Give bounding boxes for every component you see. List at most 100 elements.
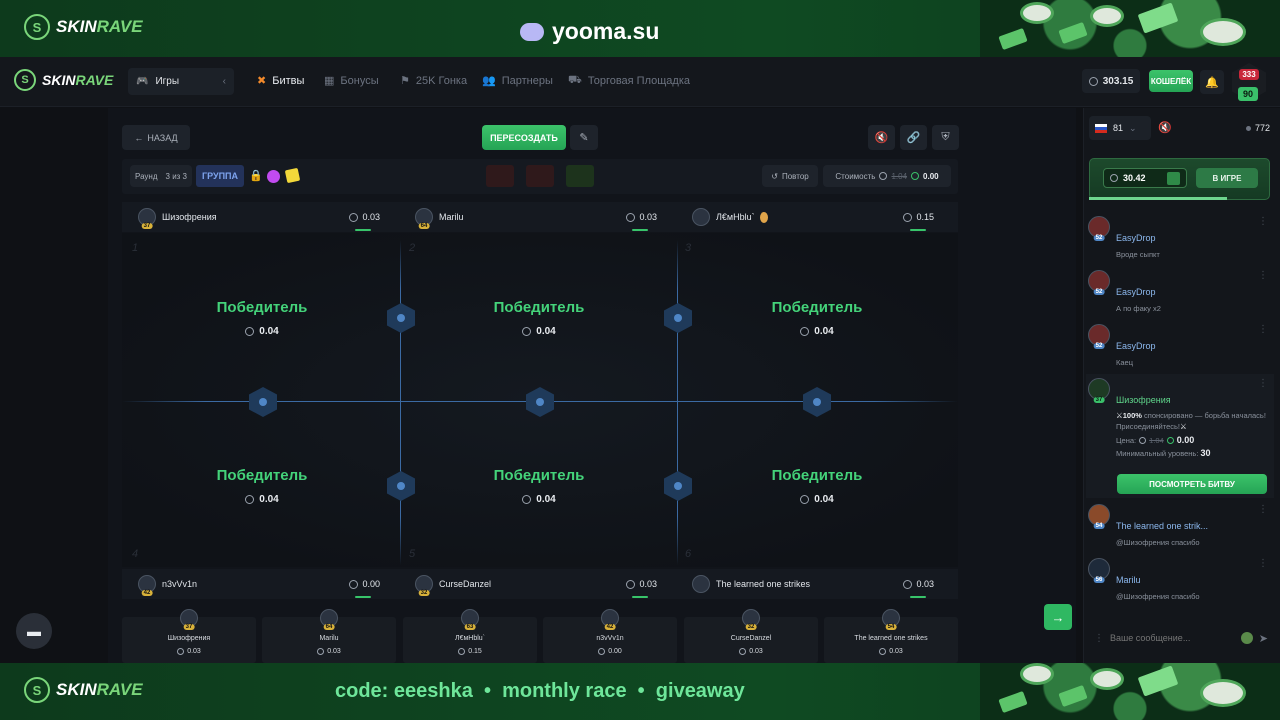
nav-logo[interactable]: S SKIN RAVE bbox=[14, 69, 113, 91]
chat-message: 54 The learned one strik... @Шизофрения с… bbox=[1088, 504, 1268, 547]
coins-decoration bbox=[980, 663, 1280, 720]
wallet-button[interactable]: КОШЕЛЁК bbox=[1149, 70, 1193, 92]
coin-icon bbox=[522, 327, 532, 336]
avatar bbox=[692, 208, 710, 226]
send-icon[interactable]: ➤ bbox=[1259, 632, 1268, 645]
coin-icon bbox=[522, 495, 532, 504]
avatar: 63 bbox=[461, 609, 479, 630]
summary-card[interactable]: 54 The learned one strikes 0.03 bbox=[824, 609, 958, 663]
more-icon[interactable]: ⋮ bbox=[1258, 504, 1268, 515]
gamepad-icon: 🎮 bbox=[136, 76, 149, 87]
summary-card[interactable]: 63 Л€мНblu` 0.15 bbox=[403, 609, 537, 663]
coin-icon bbox=[626, 212, 636, 222]
coin-icon bbox=[626, 579, 636, 589]
nav-marketplace[interactable]: ⛟ Торговая Площадка bbox=[568, 74, 690, 88]
player-slot[interactable]: The learned one strikes 0.03 bbox=[692, 569, 934, 599]
flag-ru-icon bbox=[1095, 123, 1107, 133]
top-banner: S SKIN RAVE yooma.su bbox=[0, 0, 1280, 57]
chat-message: 52 EasyDrop Каец ⋮ bbox=[1088, 324, 1268, 367]
more-icon[interactable]: ⋮ bbox=[1258, 378, 1268, 389]
player-slot[interactable]: Л€мНblu` 0.15 bbox=[692, 202, 934, 232]
nav-bonuses[interactable]: ▦ Бонусы bbox=[324, 74, 379, 88]
bell-icon[interactable]: 🔔 bbox=[1200, 70, 1224, 94]
summary-card[interactable]: 37 Шизофрения 0.03 bbox=[122, 609, 256, 663]
chat-username[interactable]: EasyDrop bbox=[1116, 287, 1268, 297]
pie-icon bbox=[267, 170, 280, 183]
chat-username[interactable]: The learned one strik... bbox=[1116, 521, 1268, 531]
chat-username[interactable]: EasyDrop bbox=[1116, 341, 1268, 351]
cell-number: 6 bbox=[685, 548, 692, 560]
balance: 303.15 bbox=[1082, 69, 1140, 93]
mute-icon[interactable]: 🔇 bbox=[1158, 121, 1172, 134]
summary-card[interactable]: 32 CurseDanzel 0.03 bbox=[684, 609, 818, 663]
summary-card[interactable]: 42 n3vVv1n 0.00 bbox=[543, 609, 677, 663]
chat-bubble-icon[interactable]: ▬ bbox=[16, 613, 52, 649]
cell-result: Победитель 0.04 bbox=[493, 299, 585, 337]
progress-bar bbox=[632, 596, 648, 598]
egg-icon bbox=[759, 211, 768, 223]
view-battle-button[interactable]: ПОСМОТРЕТЬ БИТВУ bbox=[1117, 474, 1267, 494]
emoji-icon[interactable] bbox=[1240, 632, 1253, 644]
navbar: S SKIN RAVE 🎮 Игры ‹ ✖ Битвы ▦ Бонусы ⚑ 2… bbox=[0, 57, 1280, 107]
car-icon: ⛟ bbox=[568, 74, 582, 86]
chat-username[interactable]: EasyDrop bbox=[1116, 233, 1268, 243]
sponsor-site: yooma.su bbox=[520, 18, 659, 45]
chat-message: 52 EasyDrop Вроде сыпкт ⋮ bbox=[1088, 216, 1268, 259]
more-icon[interactable]: ⋮ bbox=[1258, 324, 1268, 335]
coin-icon bbox=[349, 212, 359, 222]
chat-username[interactable]: Шизофрения bbox=[1116, 395, 1268, 405]
progress-bar bbox=[355, 596, 371, 598]
rain-icon bbox=[1167, 171, 1180, 185]
mute-icon[interactable]: 🔇 bbox=[868, 125, 895, 150]
shield-icon[interactable]: ⛨ bbox=[932, 125, 959, 150]
avatar: 32 bbox=[742, 609, 760, 630]
case-icon[interactable] bbox=[526, 165, 554, 187]
coin-icon bbox=[879, 648, 887, 655]
games-dropdown[interactable]: 🎮 Игры ‹ bbox=[128, 68, 234, 95]
coin-icon bbox=[1088, 76, 1098, 86]
chat-input[interactable] bbox=[1110, 633, 1235, 643]
coin-icon bbox=[1139, 436, 1147, 444]
player-slot[interactable]: 42 n3vVv1n 0.00 bbox=[138, 569, 380, 599]
swords-icon: ⚔ bbox=[1116, 411, 1123, 420]
summary-card[interactable]: 64 Marilu 0.03 bbox=[262, 609, 396, 663]
coin-icon bbox=[911, 172, 920, 180]
avatar: 37 bbox=[138, 208, 156, 229]
back-button[interactable]: ← НАЗАД bbox=[122, 125, 190, 150]
avatar: 54 bbox=[882, 609, 900, 630]
edit-icon[interactable]: ✎ bbox=[570, 125, 598, 150]
avatar: 32 bbox=[415, 575, 433, 596]
in-game-button[interactable]: В ИГРЕ bbox=[1196, 168, 1258, 188]
replay-button[interactable]: ↺ Повтор bbox=[762, 165, 818, 187]
more-icon[interactable]: ⋮ bbox=[1094, 633, 1104, 644]
arrow-right-icon[interactable]: → bbox=[1044, 604, 1072, 630]
case-icon[interactable] bbox=[566, 165, 594, 187]
more-icon[interactable]: ⋮ bbox=[1258, 558, 1268, 569]
grid-line bbox=[400, 240, 401, 565]
coin-icon bbox=[739, 648, 747, 655]
coin-icon bbox=[245, 495, 255, 504]
cell-result: Победитель 0.04 bbox=[771, 299, 863, 337]
more-icon[interactable]: ⋮ bbox=[1258, 270, 1268, 281]
chat-message: 52 EasyDrop А по факу x2 ⋮ bbox=[1088, 270, 1268, 313]
recreate-button[interactable]: ПЕРЕСОЗДАТЬ bbox=[482, 125, 566, 150]
cost-display: Стоимость 1.04 0.00 bbox=[823, 165, 951, 187]
cell-result: Победитель 0.04 bbox=[771, 467, 863, 505]
nav-battles[interactable]: ✖ Битвы bbox=[257, 74, 304, 88]
link-icon[interactable]: 🔗 bbox=[900, 125, 927, 150]
case-icon[interactable] bbox=[486, 165, 514, 187]
chat-username[interactable]: Marilu bbox=[1116, 575, 1268, 585]
avatar: 37 bbox=[180, 609, 198, 630]
more-icon[interactable]: ⋮ bbox=[1258, 216, 1268, 227]
nav-partners[interactable]: 👥 Партнеры bbox=[482, 74, 553, 88]
language-select[interactable]: 81 ⌄ bbox=[1089, 116, 1151, 140]
cell-result: Победитель 0.04 bbox=[493, 467, 585, 505]
user-level-badge: 90 bbox=[1238, 87, 1258, 101]
player-slot[interactable]: 37 Шизофрения 0.03 bbox=[138, 202, 380, 232]
skinrave-logo: S SKIN RAVE bbox=[24, 14, 143, 40]
player-slot[interactable]: 32 CurseDanzel 0.03 bbox=[415, 569, 657, 599]
nav-race[interactable]: ⚑ 25K Гонка bbox=[400, 74, 467, 88]
player-slot[interactable]: 64 Marilu 0.03 bbox=[415, 202, 657, 232]
skinrave-logo: S SKIN RAVE bbox=[24, 677, 143, 703]
replay-icon: ↺ bbox=[771, 171, 778, 181]
